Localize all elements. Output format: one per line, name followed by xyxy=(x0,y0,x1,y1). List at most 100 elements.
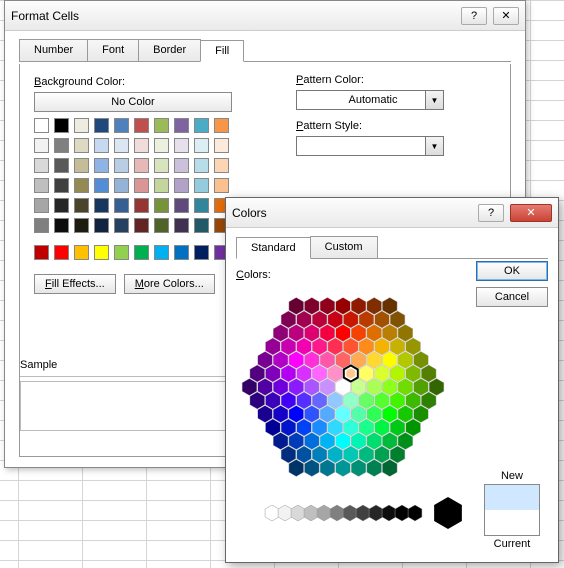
close-button[interactable]: ✕ xyxy=(493,7,519,25)
hex-color-cell[interactable] xyxy=(367,298,382,315)
color-swatch[interactable] xyxy=(194,198,209,213)
color-swatch[interactable] xyxy=(34,118,49,133)
hex-color-cell[interactable] xyxy=(304,406,319,423)
color-swatch[interactable] xyxy=(174,218,189,233)
color-swatch[interactable] xyxy=(34,178,49,193)
tab-standard[interactable]: Standard xyxy=(236,237,311,259)
hex-color-cell[interactable] xyxy=(351,460,366,477)
hex-color-cell[interactable] xyxy=(421,392,436,409)
hex-color-cell[interactable] xyxy=(414,352,429,369)
help-button[interactable]: ? xyxy=(478,204,504,222)
color-swatch[interactable] xyxy=(34,138,49,153)
hex-color-cell[interactable] xyxy=(359,419,374,436)
hex-color-cell[interactable] xyxy=(359,311,374,328)
hex-color-cell[interactable] xyxy=(429,379,444,396)
hex-color-cell[interactable] xyxy=(398,406,413,423)
hex-color-cell[interactable] xyxy=(328,392,343,409)
hex-color-cell[interactable] xyxy=(375,311,390,328)
hex-color-cell[interactable] xyxy=(375,338,390,355)
hex-color-cell[interactable] xyxy=(390,446,405,463)
hex-color-cell[interactable] xyxy=(336,460,351,477)
color-swatch[interactable] xyxy=(174,198,189,213)
color-swatch[interactable] xyxy=(54,245,69,260)
hex-color-cell[interactable] xyxy=(336,298,351,315)
hex-color-cell[interactable] xyxy=(304,352,319,369)
hex-color-cell[interactable] xyxy=(273,352,288,369)
cancel-button[interactable]: Cancel xyxy=(476,287,548,307)
hex-color-cell[interactable] xyxy=(289,433,304,450)
color-swatch[interactable] xyxy=(114,118,129,133)
hex-color-cell[interactable] xyxy=(343,419,358,436)
color-swatch[interactable] xyxy=(74,218,89,233)
hex-color-cell[interactable] xyxy=(297,446,312,463)
color-swatch[interactable] xyxy=(114,245,129,260)
pattern-style-combo[interactable]: ▼ xyxy=(296,136,444,156)
hex-color-cell[interactable] xyxy=(406,419,421,436)
color-swatch[interactable] xyxy=(154,158,169,173)
color-swatch[interactable] xyxy=(194,178,209,193)
hex-color-cell[interactable] xyxy=(320,379,335,396)
hex-color-cell[interactable] xyxy=(281,392,296,409)
hex-color-cell[interactable] xyxy=(336,433,351,450)
hex-color-cell[interactable] xyxy=(304,325,319,342)
color-swatch[interactable] xyxy=(34,158,49,173)
hex-color-cell[interactable] xyxy=(367,406,382,423)
hex-color-cell[interactable] xyxy=(359,392,374,409)
gray-hex-cell[interactable] xyxy=(291,505,305,521)
hex-color-cell[interactable] xyxy=(398,379,413,396)
color-swatch[interactable] xyxy=(94,138,109,153)
hex-color-cell[interactable] xyxy=(281,338,296,355)
hex-color-cell[interactable] xyxy=(312,392,327,409)
color-swatch[interactable] xyxy=(154,138,169,153)
color-swatch[interactable] xyxy=(54,158,69,173)
hex-color-cell[interactable] xyxy=(328,446,343,463)
gray-hex-cell[interactable] xyxy=(278,505,292,521)
hex-color-cell[interactable] xyxy=(289,352,304,369)
hex-color-cell[interactable] xyxy=(390,419,405,436)
hex-color-cell[interactable] xyxy=(406,392,421,409)
gray-hex-cell[interactable] xyxy=(343,505,357,521)
hex-color-cell[interactable] xyxy=(289,460,304,477)
hex-color-cell[interactable] xyxy=(406,365,421,382)
color-swatch[interactable] xyxy=(94,245,109,260)
hex-color-cell[interactable] xyxy=(273,379,288,396)
color-swatch[interactable] xyxy=(174,158,189,173)
color-swatch[interactable] xyxy=(134,245,149,260)
hex-color-cell[interactable] xyxy=(273,325,288,342)
color-swatch[interactable] xyxy=(174,138,189,153)
hex-color-cell[interactable] xyxy=(390,392,405,409)
hex-color-cell[interactable] xyxy=(312,365,327,382)
hex-color-cell[interactable] xyxy=(320,352,335,369)
hex-color-cell[interactable] xyxy=(289,379,304,396)
hex-color-cell[interactable] xyxy=(367,379,382,396)
help-button[interactable]: ? xyxy=(461,7,487,25)
hex-color-cell[interactable] xyxy=(258,352,273,369)
color-swatch[interactable] xyxy=(134,178,149,193)
gray-hex-cell[interactable] xyxy=(369,505,383,521)
hex-color-cell[interactable] xyxy=(351,433,366,450)
color-swatch[interactable] xyxy=(134,138,149,153)
hex-color-cell[interactable] xyxy=(359,446,374,463)
color-swatch[interactable] xyxy=(114,218,129,233)
color-swatch[interactable] xyxy=(74,158,89,173)
ok-button[interactable]: OK xyxy=(476,261,548,281)
color-swatch[interactable] xyxy=(134,218,149,233)
hex-color-cell[interactable] xyxy=(390,338,405,355)
hex-color-cell[interactable] xyxy=(382,406,397,423)
color-swatch[interactable] xyxy=(194,138,209,153)
gray-hex-cell[interactable] xyxy=(304,505,318,521)
color-swatch[interactable] xyxy=(174,118,189,133)
hex-color-cell[interactable] xyxy=(258,379,273,396)
color-swatch[interactable] xyxy=(54,218,69,233)
color-swatch[interactable] xyxy=(94,198,109,213)
color-swatch[interactable] xyxy=(154,178,169,193)
hex-color-cell[interactable] xyxy=(359,338,374,355)
hex-color-cell[interactable] xyxy=(382,460,397,477)
hex-color-cell[interactable] xyxy=(297,311,312,328)
hex-color-cell[interactable] xyxy=(312,338,327,355)
color-swatch[interactable] xyxy=(214,158,229,173)
color-swatch[interactable] xyxy=(154,198,169,213)
hex-color-cell[interactable] xyxy=(375,419,390,436)
gray-hex-cell[interactable] xyxy=(408,505,422,521)
hex-color-cell[interactable] xyxy=(289,406,304,423)
